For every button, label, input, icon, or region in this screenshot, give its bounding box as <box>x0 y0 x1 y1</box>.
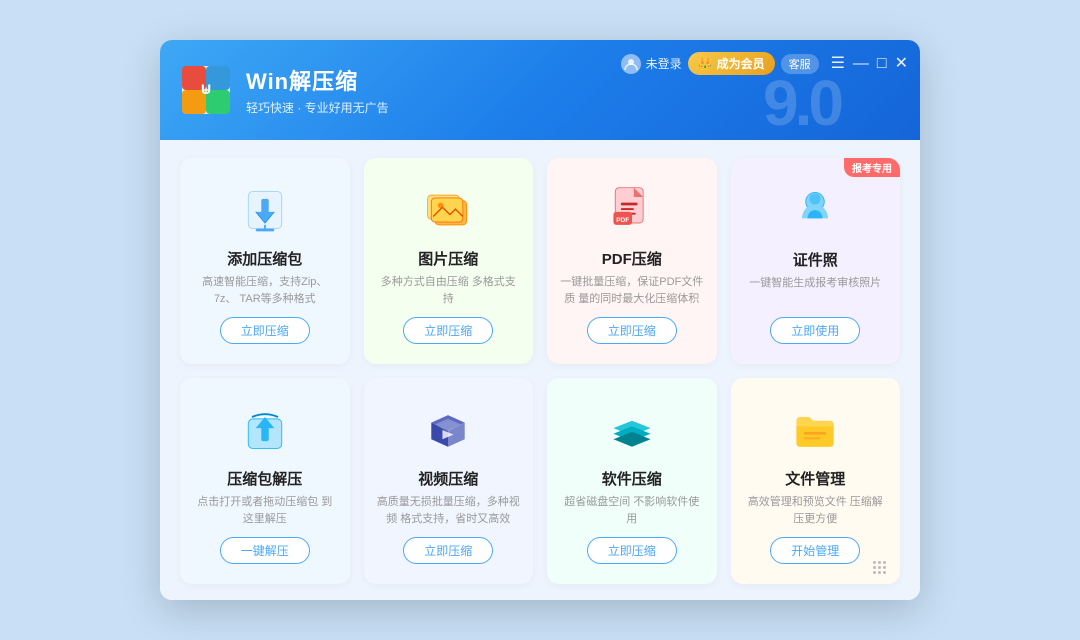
titlebar-text: Win解压缩 轻巧快速 · 专业好用无广告 <box>246 64 389 116</box>
extract-title: 压缩包解压 <box>227 468 302 489</box>
main-content: 添加压缩包 高速智能压缩，支持Zip、7z、 TAR等多种格式 立即压缩 图片压… <box>160 140 920 600</box>
add-zip-icon <box>237 182 293 238</box>
image-compress-icon <box>420 182 476 238</box>
menu-icon[interactable]: ☰ <box>831 56 845 72</box>
video-compress-icon <box>420 402 476 458</box>
extract-btn[interactable]: 一键解压 <box>220 537 310 564</box>
card-add-zip: 添加压缩包 高速智能压缩，支持Zip、7z、 TAR等多种格式 立即压缩 <box>180 158 350 364</box>
window-controls: ☰ — □ ✕ <box>831 56 908 72</box>
file-manage-btn[interactable]: 开始管理 <box>770 537 860 564</box>
pdf-compress-btn[interactable]: 立即压缩 <box>587 317 677 344</box>
maximize-button[interactable]: □ <box>877 56 887 72</box>
titlebar-controls: 未登录 👑 成为会员 客服 ☰ — □ ✕ <box>621 52 908 75</box>
file-manage-title: 文件管理 <box>785 468 845 489</box>
svg-text:U: U <box>201 81 211 97</box>
app-name: Win解压缩 <box>246 64 389 96</box>
software-compress-btn[interactable]: 立即压缩 <box>587 537 677 564</box>
add-zip-desc: 高速智能压缩，支持Zip、7z、 TAR等多种格式 <box>192 274 338 307</box>
card-video-compress: 视频压缩 高质量无损批量压缩，多种视频 格式支持，省时又高效 立即压缩 <box>364 378 534 584</box>
pdf-compress-desc: 一键批量压缩，保证PDF文件质 量的同时最大化压缩体积 <box>559 274 705 307</box>
resize-handle <box>873 561 886 574</box>
id-photo-icon <box>787 183 843 239</box>
id-photo-btn[interactable]: 立即使用 <box>770 317 860 344</box>
extract-icon <box>237 402 293 458</box>
software-compress-icon <box>604 402 660 458</box>
image-compress-title: 图片压缩 <box>418 248 478 269</box>
video-compress-title: 视频压缩 <box>418 468 478 489</box>
id-photo-title: 证件照 <box>793 249 838 270</box>
card-id-photo: 报考专用 证件照 一键智能生成报考审核照片 立即使用 <box>731 158 901 364</box>
software-compress-title: 软件压缩 <box>602 468 662 489</box>
pdf-compress-icon: PDF <box>604 182 660 238</box>
video-compress-btn[interactable]: 立即压缩 <box>403 537 493 564</box>
login-button[interactable]: 未登录 <box>621 54 682 74</box>
card-image-compress: 图片压缩 多种方式自由压缩 多格式支持 立即压缩 <box>364 158 534 364</box>
add-zip-btn[interactable]: 立即压缩 <box>220 317 310 344</box>
app-window: U Win解压缩 轻巧快速 · 专业好用无广告 9.0 未登录 👑 <box>160 40 920 600</box>
video-compress-desc: 高质量无损批量压缩，多种视频 格式支持，省时又高效 <box>376 494 522 527</box>
add-zip-title: 添加压缩包 <box>227 248 302 269</box>
id-photo-desc: 一键智能生成报考审核照片 <box>749 275 881 307</box>
vip-label: 成为会员 <box>717 55 765 72</box>
pdf-compress-title: PDF压缩 <box>602 248 662 269</box>
card-pdf-compress: PDF PDF压缩 一键批量压缩，保证PDF文件质 量的同时最大化压缩体积 立即… <box>547 158 717 364</box>
guest-label: 客服 <box>789 59 811 71</box>
app-logo: U <box>180 64 232 116</box>
file-manage-icon <box>787 402 843 458</box>
vip-button[interactable]: 👑 成为会员 <box>688 52 775 75</box>
software-compress-desc: 超省磁盘空间 不影响软件使用 <box>559 494 705 527</box>
card-file-manage: 文件管理 高效管理和预览文件 压缩解压更方便 开始管理 <box>731 378 901 584</box>
app-tagline: 轻巧快速 · 专业好用无广告 <box>246 99 389 116</box>
minimize-button[interactable]: — <box>853 56 869 72</box>
card-extract: 压缩包解压 点击打开或者拖动压缩包 到这里解压 一键解压 <box>180 378 350 584</box>
guest-button[interactable]: 客服 <box>781 54 819 74</box>
svg-text:PDF: PDF <box>616 217 629 224</box>
crown-icon: 👑 <box>698 57 713 71</box>
image-compress-desc: 多种方式自由压缩 多格式支持 <box>376 274 522 307</box>
card-software-compress: 软件压缩 超省磁盘空间 不影响软件使用 立即压缩 <box>547 378 717 584</box>
avatar-icon <box>621 54 641 74</box>
titlebar: U Win解压缩 轻巧快速 · 专业好用无广告 9.0 未登录 👑 <box>160 40 920 140</box>
close-button[interactable]: ✕ <box>895 56 908 72</box>
login-label: 未登录 <box>646 55 682 72</box>
extract-desc: 点击打开或者拖动压缩包 到这里解压 <box>192 494 338 527</box>
version-watermark: 9.0 <box>763 71 840 135</box>
file-manage-desc: 高效管理和预览文件 压缩解压更方便 <box>743 494 889 527</box>
image-compress-btn[interactable]: 立即压缩 <box>403 317 493 344</box>
exam-badge: 报考专用 <box>844 158 900 177</box>
